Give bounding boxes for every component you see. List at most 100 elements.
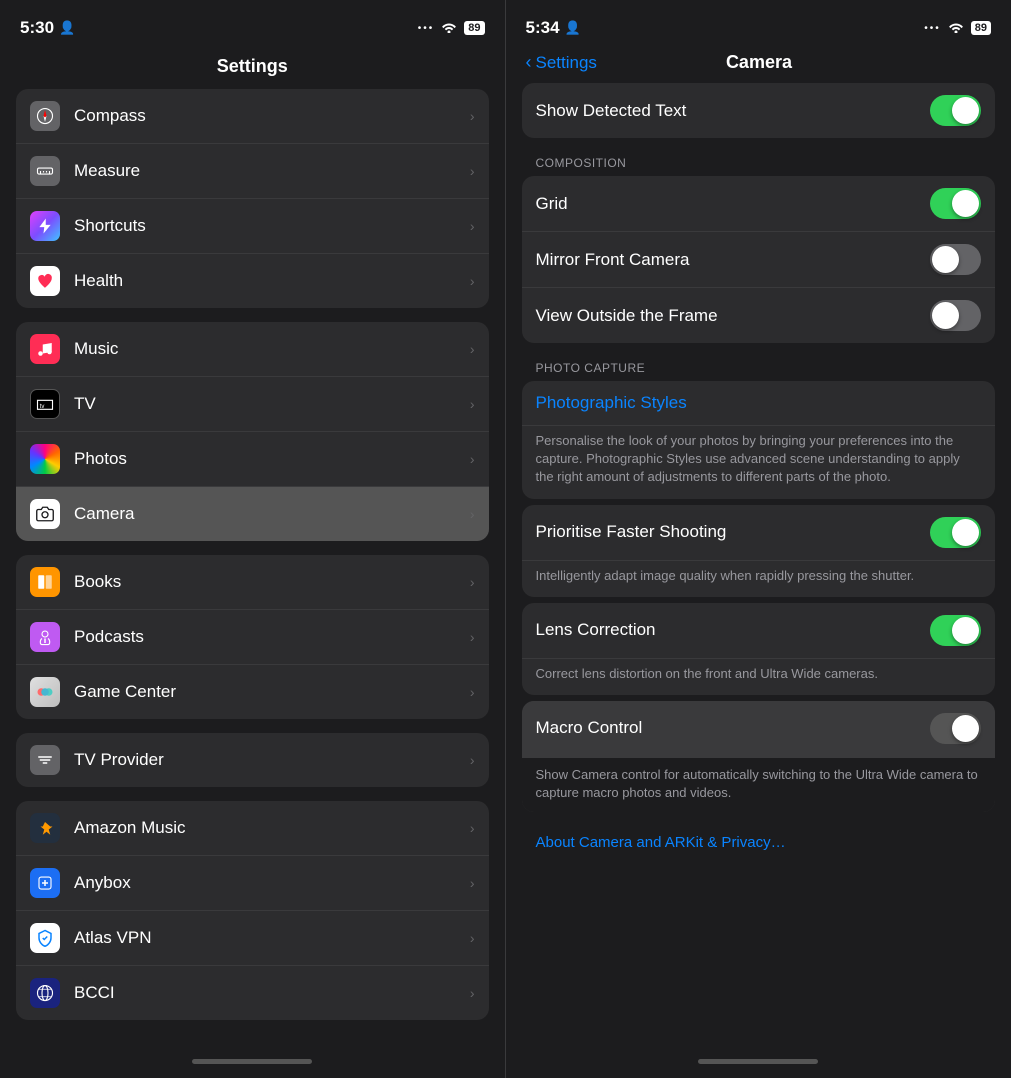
sidebar-item-atlasvpn[interactable]: Atlas VPN ›	[16, 911, 489, 966]
settings-group-4: TV Provider ›	[16, 733, 489, 787]
anybox-label: Anybox	[74, 873, 470, 893]
view-outside-label: View Outside the Frame	[536, 306, 931, 326]
right-wifi-icon	[948, 20, 964, 36]
toggle-knob	[952, 519, 979, 546]
toggle-knob	[952, 97, 979, 124]
sidebar-item-books[interactable]: Books ›	[16, 555, 489, 610]
sidebar-item-gamecenter[interactable]: Game Center ›	[16, 665, 489, 719]
left-status-right: ••• 89	[418, 20, 485, 36]
sidebar-item-music[interactable]: Music ›	[16, 322, 489, 377]
toggle-knob	[932, 246, 959, 273]
chevron-icon: ›	[470, 985, 475, 1001]
chevron-icon: ›	[470, 684, 475, 700]
sidebar-item-tv[interactable]: tv TV ›	[16, 377, 489, 432]
toggle-knob	[952, 715, 979, 742]
composition-section-label: COMPOSITION	[522, 144, 996, 176]
macro-control-group: Macro Control Show Camera control for au…	[522, 701, 996, 812]
settings-group-5: Amazon Music › Anybox › Atlas VPN ›	[16, 801, 489, 1020]
left-status-bar: 5:30 👤 ••• 89	[0, 0, 505, 48]
photographic-styles-group: Photographic Styles Personalise the look…	[522, 381, 996, 499]
podcasts-icon	[30, 622, 60, 652]
chevron-icon: ›	[470, 629, 475, 645]
right-status-bar: 5:34 👤 ••• 89	[506, 0, 1011, 48]
photo-capture-section-label: PHOTO CAPTURE	[522, 349, 996, 381]
sidebar-item-camera[interactable]: Camera ›	[16, 487, 489, 541]
macro-control-toggle[interactable]	[930, 713, 981, 744]
chevron-icon: ›	[470, 574, 475, 590]
right-person-icon: 👤	[565, 20, 581, 36]
show-detected-text-toggle[interactable]	[930, 95, 981, 126]
shortcuts-label: Shortcuts	[74, 216, 470, 236]
camera-icon	[30, 499, 60, 529]
back-label: Settings	[536, 53, 597, 73]
right-panel: 5:34 👤 ••• 89 ‹ Settings Camera Show Det…	[506, 0, 1011, 1078]
view-outside-toggle[interactable]	[930, 300, 981, 331]
sidebar-item-health[interactable]: Health ›	[16, 254, 489, 308]
prioritise-desc: Intelligently adapt image quality when r…	[522, 561, 996, 597]
person-icon: 👤	[59, 20, 75, 36]
measure-icon	[30, 156, 60, 186]
right-signal-dots: •••	[924, 23, 941, 34]
camera-page-title: Camera	[597, 52, 921, 73]
prioritise-toggle[interactable]	[930, 517, 981, 548]
toggle-knob	[952, 190, 979, 217]
books-label: Books	[74, 572, 470, 592]
chevron-icon: ›	[470, 875, 475, 891]
amazonmusic-label: Amazon Music	[74, 818, 470, 838]
mirror-front-row: Mirror Front Camera	[522, 232, 996, 288]
sidebar-item-shortcuts[interactable]: Shortcuts ›	[16, 199, 489, 254]
shortcuts-icon	[30, 211, 60, 241]
sidebar-item-podcasts[interactable]: Podcasts ›	[16, 610, 489, 665]
lens-correction-desc: Correct lens distortion on the front and…	[522, 659, 996, 695]
right-nav: ‹ Settings Camera	[506, 48, 1011, 83]
sidebar-item-anybox[interactable]: Anybox ›	[16, 856, 489, 911]
settings-group-3: Books › Podcasts › Game Center ›	[16, 555, 489, 719]
chevron-icon: ›	[470, 930, 475, 946]
grid-row: Grid	[522, 176, 996, 232]
chevron-icon: ›	[470, 108, 475, 124]
lens-correction-group: Lens Correction Correct lens distortion …	[522, 603, 996, 695]
grid-toggle[interactable]	[930, 188, 981, 219]
gamecenter-label: Game Center	[74, 682, 470, 702]
sidebar-item-compass[interactable]: Compass ›	[16, 89, 489, 144]
sidebar-item-bcci[interactable]: BCCI ›	[16, 966, 489, 1020]
sidebar-item-amazonmusic[interactable]: Amazon Music ›	[16, 801, 489, 856]
lens-correction-label: Lens Correction	[536, 620, 931, 640]
bcci-label: BCCI	[74, 983, 470, 1003]
back-button[interactable]: ‹ Settings	[526, 52, 597, 73]
chevron-icon: ›	[470, 341, 475, 357]
bcci-icon	[30, 978, 60, 1008]
settings-group-1: Compass › Measure › Shortcuts ›	[16, 89, 489, 308]
prioritise-group: Prioritise Faster Shooting Intelligently…	[522, 505, 996, 597]
home-bar	[192, 1059, 312, 1064]
camera-label: Camera	[74, 504, 470, 524]
lens-correction-toggle[interactable]	[930, 615, 981, 646]
podcasts-label: Podcasts	[74, 627, 470, 647]
sidebar-item-measure[interactable]: Measure ›	[16, 144, 489, 199]
view-outside-row: View Outside the Frame	[522, 288, 996, 343]
battery-indicator: 89	[464, 21, 484, 35]
chevron-icon: ›	[470, 273, 475, 289]
about-camera-link[interactable]: About Camera and ARKit & Privacy…	[522, 818, 996, 855]
photographic-styles-link[interactable]: Photographic Styles	[536, 393, 687, 412]
macro-control-desc: Show Camera control for automatically sw…	[522, 757, 996, 812]
mirror-front-label: Mirror Front Camera	[536, 250, 931, 270]
sidebar-item-photos[interactable]: Photos ›	[16, 432, 489, 487]
photographic-styles-row[interactable]: Photographic Styles	[522, 381, 996, 426]
right-time-text: 5:34	[526, 18, 560, 38]
right-battery-indicator: 89	[971, 21, 991, 35]
settings-group-2: Music › tv TV › Photos ›	[16, 322, 489, 541]
books-icon	[30, 567, 60, 597]
show-detected-text-row: Show Detected Text	[522, 83, 996, 138]
lens-correction-row: Lens Correction	[522, 603, 996, 659]
atlasvpn-label: Atlas VPN	[74, 928, 470, 948]
tv-label: TV	[74, 394, 470, 414]
photographic-styles-desc: Personalise the look of your photos by b…	[522, 426, 996, 499]
anybox-icon	[30, 868, 60, 898]
health-label: Health	[74, 271, 470, 291]
sidebar-item-tvprovider[interactable]: TV Provider ›	[16, 733, 489, 787]
grid-label: Grid	[536, 194, 931, 214]
atlasvpn-icon	[30, 923, 60, 953]
mirror-front-toggle[interactable]	[930, 244, 981, 275]
chevron-icon: ›	[470, 396, 475, 412]
